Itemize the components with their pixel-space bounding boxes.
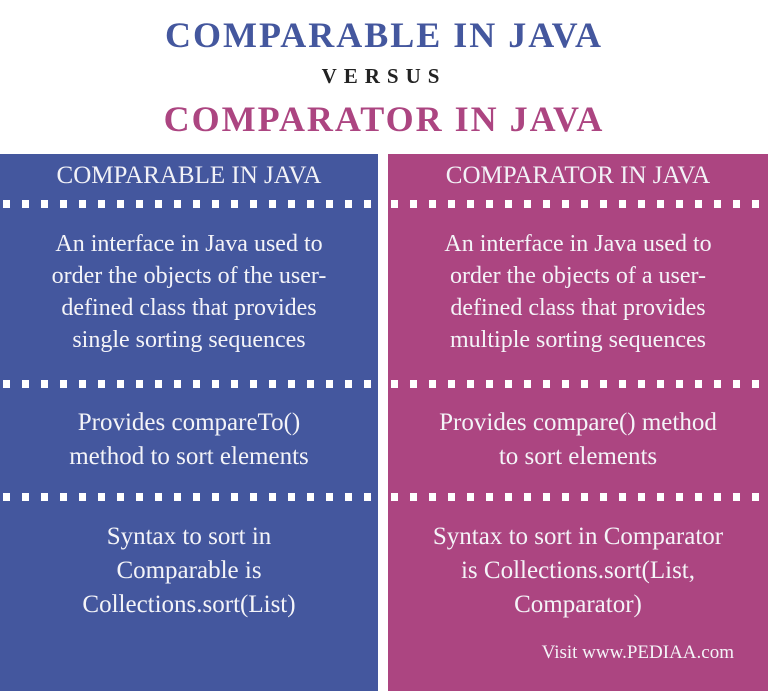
text-line: Syntax to sort in (106, 523, 272, 550)
title-comparator: COMPARATOR IN JAVA (163, 99, 605, 139)
dotted-divider (0, 200, 378, 208)
dotted-divider (388, 200, 768, 208)
comparable-heading: COMPARABLE IN JAVA (56, 162, 322, 189)
comparator-definition: An interface in Java used to order the o… (388, 228, 768, 356)
title-comparable: COMPARABLE IN JAVA (164, 15, 604, 55)
text-line: defined class that provides (61, 295, 317, 321)
dotted-divider (388, 380, 768, 388)
text-line: order the objects of a user- (449, 263, 707, 289)
text-line: Provides compare() method (439, 409, 717, 436)
text-line: Syntax to sort in Comparator (432, 523, 724, 550)
title-versus: VERSUS (321, 64, 447, 88)
comparator-syntax: Syntax to sort in Comparator is Collecti… (388, 520, 768, 622)
text-line: multiple sorting sequences (450, 327, 706, 353)
comparable-syntax: Syntax to sort in Comparable is Collecti… (0, 520, 378, 622)
dotted-divider (388, 493, 768, 501)
text-line: single sorting sequences (72, 327, 306, 353)
text-line: is Collections.sort(List, (460, 557, 696, 584)
text-line: An interface in Java used to (55, 231, 323, 257)
dotted-divider (0, 380, 378, 388)
text-line: Provides compareTo() (77, 409, 301, 436)
text-line: Collections.sort(List) (82, 591, 296, 618)
source-credit: Visit www.PEDIAA.com (541, 642, 734, 663)
comparable-definition: An interface in Java used to order the o… (0, 228, 378, 356)
comparator-method: Provides compare() method to sort elemen… (388, 406, 768, 474)
text-line: order the objects of the user- (51, 263, 327, 289)
comparator-heading: COMPARATOR IN JAVA (445, 162, 711, 189)
text-line: method to sort elements (69, 443, 309, 470)
text-line: defined class that provides (450, 295, 706, 321)
text-line: to sort elements (498, 443, 658, 470)
text-line: Comparator) (514, 591, 642, 618)
comparator-column: COMPARATOR IN JAVA An interface in Java … (388, 154, 768, 691)
comparable-method: Provides compareTo() method to sort elem… (0, 406, 378, 474)
dotted-divider (0, 493, 378, 501)
text-line: Comparable is (116, 557, 262, 584)
comparable-column: COMPARABLE IN JAVA An interface in Java … (0, 154, 378, 691)
text-line: An interface in Java used to (444, 231, 712, 257)
